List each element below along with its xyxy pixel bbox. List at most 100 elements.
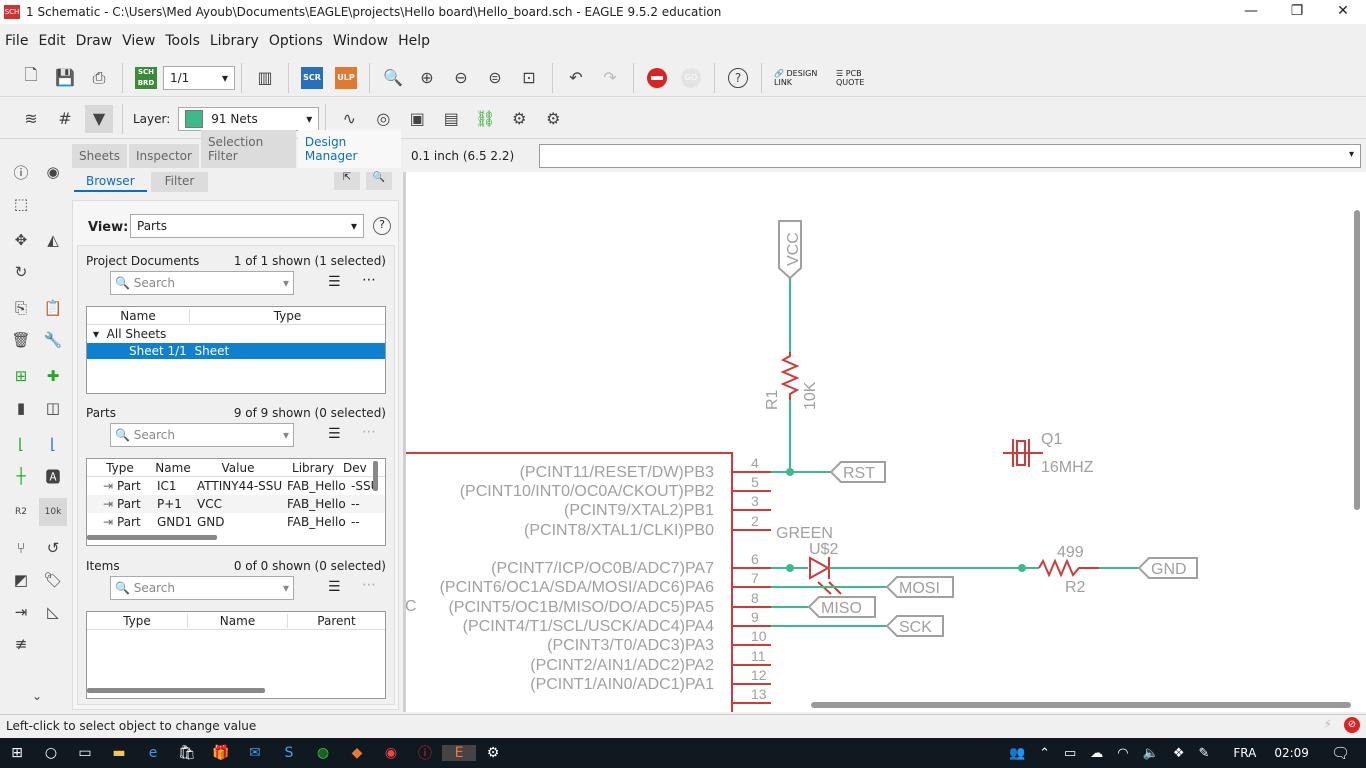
- col-type[interactable]: Type: [189, 308, 385, 323]
- layers-icon[interactable]: ≋: [17, 105, 45, 133]
- menu-draw[interactable]: Draw: [71, 33, 118, 49]
- filter-icon[interactable]: ▼: [85, 104, 113, 133]
- tray-language[interactable]: FRA: [1233, 746, 1256, 760]
- select-icon[interactable]: ⬚: [7, 190, 35, 218]
- name-icon[interactable]: R2: [7, 498, 35, 526]
- zoom-fit-icon[interactable]: 🔍: [379, 64, 407, 92]
- col-type[interactable]: Type: [87, 461, 153, 475]
- schematic-canvas[interactable]: (PCINT11/RESET/DW)PB3 4 (PCINT10/INT0/OC0A…: [403, 172, 1366, 712]
- stop-status-icon[interactable]: ⊘: [1344, 717, 1360, 733]
- menu-window[interactable]: Window: [328, 33, 393, 49]
- items-list-options-icon[interactable]: ☰: [328, 579, 341, 595]
- zoom-to-icon[interactable]: 🔍: [366, 172, 392, 190]
- line-icon[interactable]: ◺: [39, 598, 67, 626]
- replace-icon[interactable]: ▮: [7, 394, 35, 422]
- tray-clock[interactable]: 02:09: [1274, 746, 1309, 760]
- sch-brd-switch-button[interactable]: SCH BRD: [132, 64, 160, 92]
- redo-icon[interactable]: ↷: [596, 64, 624, 92]
- info-icon[interactable]: ⓘ: [7, 158, 35, 186]
- rotate-icon[interactable]: ↻: [7, 258, 35, 286]
- stop-icon[interactable]: [643, 64, 671, 92]
- menu-view[interactable]: View: [117, 33, 160, 49]
- col-device[interactable]: Dev: [343, 461, 373, 475]
- items-more-icon[interactable]: ⋯: [362, 577, 376, 593]
- link-add-icon[interactable]: ⛓: [471, 105, 499, 133]
- task-view-icon[interactable]: ▭: [68, 745, 102, 761]
- gate-icon[interactable]: ◫: [39, 394, 67, 422]
- zoom-redraw-icon[interactable]: ⊜: [481, 64, 509, 92]
- cortana-icon[interactable]: ○: [34, 745, 68, 761]
- items-hscrollbar[interactable]: [87, 688, 265, 693]
- menu-library[interactable]: Library: [205, 33, 264, 49]
- attribute-icon[interactable]: ◩: [7, 566, 35, 594]
- col-name[interactable]: Name: [187, 613, 287, 628]
- undo-icon[interactable]: ↶: [562, 64, 590, 92]
- erc-check-icon[interactable]: ▤: [437, 105, 465, 133]
- items-search-input[interactable]: 🔍 Search ▾: [110, 576, 294, 600]
- tag-icon[interactable]: 🏷: [39, 566, 67, 594]
- menu-edit[interactable]: Edit: [33, 33, 70, 49]
- script-button[interactable]: SCR: [298, 64, 326, 92]
- skype-icon[interactable]: S: [272, 745, 306, 761]
- print-icon[interactable]: ⎙: [85, 64, 113, 92]
- schematic-drawing[interactable]: (PCINT11/RESET/DW)PB3 4 (PCINT10/INT0/OC0A…: [406, 172, 1366, 712]
- app-i-icon[interactable]: ⓘ: [408, 743, 442, 763]
- sheet-select[interactable]: 1/1 ▾: [163, 65, 235, 90]
- move-icon[interactable]: ✥: [7, 226, 35, 254]
- wire-icon[interactable]: ⌊: [7, 430, 35, 458]
- parts-search-input[interactable]: 🔍 Search ▾: [110, 423, 294, 447]
- parts-more-icon[interactable]: ⋯: [362, 424, 376, 440]
- expand-tools-icon[interactable]: ⌄: [23, 682, 51, 710]
- settings-gear-icon[interactable]: ⚙: [505, 105, 533, 133]
- value-icon[interactable]: 10k: [39, 498, 67, 526]
- subtab-filter[interactable]: Filter: [150, 172, 209, 192]
- smash-icon[interactable]: ↺: [39, 534, 67, 562]
- col-name[interactable]: Name: [153, 461, 193, 475]
- erc-icon[interactable]: ▣: [403, 105, 431, 133]
- git-icon[interactable]: ◆: [340, 745, 374, 761]
- parts-vscrollbar[interactable]: [373, 461, 378, 491]
- pin-icon[interactable]: ⇱: [334, 172, 360, 190]
- parts-row[interactable]: ⇥ Part IC1 ATTINY44-SSU FAB_Hello -SSU: [87, 477, 385, 495]
- pinswap-icon[interactable]: ✚: [39, 362, 67, 390]
- show-icon[interactable]: ◎: [369, 105, 397, 133]
- go-button[interactable]: GO: [677, 64, 705, 92]
- eye-icon[interactable]: ◉: [39, 158, 67, 186]
- bus-icon[interactable]: ⌊: [39, 430, 67, 458]
- save-icon[interactable]: 💾: [51, 64, 79, 92]
- zoom-select-icon[interactable]: ⊡: [515, 64, 543, 92]
- store-icon[interactable]: 🛍: [170, 745, 204, 761]
- split-icon[interactable]: ⑂: [7, 534, 35, 562]
- start-icon[interactable]: ⊞: [0, 745, 34, 761]
- gift-icon[interactable]: 🎁: [204, 745, 238, 761]
- menu-options[interactable]: Options: [264, 33, 328, 49]
- net-icon[interactable]: ∿: [335, 105, 363, 133]
- whatsapp-icon[interactable]: ◍: [306, 745, 340, 761]
- view-select[interactable]: Parts ▾: [130, 214, 364, 238]
- project-search-input[interactable]: 🔍 Search ▾: [110, 271, 294, 295]
- settings-taskbar-icon[interactable]: ⚙: [476, 745, 510, 761]
- col-value[interactable]: Value: [193, 461, 283, 475]
- col-library[interactable]: Library: [283, 461, 343, 475]
- tab-sheets[interactable]: Sheets: [72, 144, 127, 168]
- tab-design-manager[interactable]: Design Manager: [297, 130, 401, 168]
- canvas-vscrollbar[interactable]: [1354, 210, 1360, 510]
- tray-icons[interactable]: 👥⌃▭☁◠🔈❖✎: [1009, 746, 1223, 761]
- chrome-icon[interactable]: ◉: [374, 745, 408, 761]
- parts-list-options-icon[interactable]: ☰: [328, 426, 341, 442]
- view-help-icon[interactable]: ?: [373, 217, 391, 235]
- settings-gear-2-icon[interactable]: ⚙: [539, 105, 567, 133]
- delete-icon[interactable]: 🗑: [7, 326, 35, 354]
- notifications-icon[interactable]: 🗨: [1331, 744, 1350, 762]
- grid-icon[interactable]: #: [51, 105, 79, 133]
- paste-icon[interactable]: 📋: [39, 294, 67, 322]
- parts-row[interactable]: ⇥ Part P+1 VCC FAB_Hello --: [87, 495, 385, 513]
- layer-select[interactable]: 91 Nets ▾: [178, 106, 320, 131]
- project-list-options-icon[interactable]: ☰: [328, 274, 341, 290]
- minimize-icon[interactable]: —: [1228, 0, 1274, 24]
- menu-file[interactable]: File: [0, 33, 33, 49]
- tab-selection-filter[interactable]: Selection Filter: [200, 130, 296, 168]
- mirror-icon[interactable]: ◭: [39, 226, 67, 254]
- label-icon[interactable]: 🅰: [39, 462, 67, 490]
- pcb-quote-button[interactable]: ☰ PCB QUOTE: [836, 69, 892, 87]
